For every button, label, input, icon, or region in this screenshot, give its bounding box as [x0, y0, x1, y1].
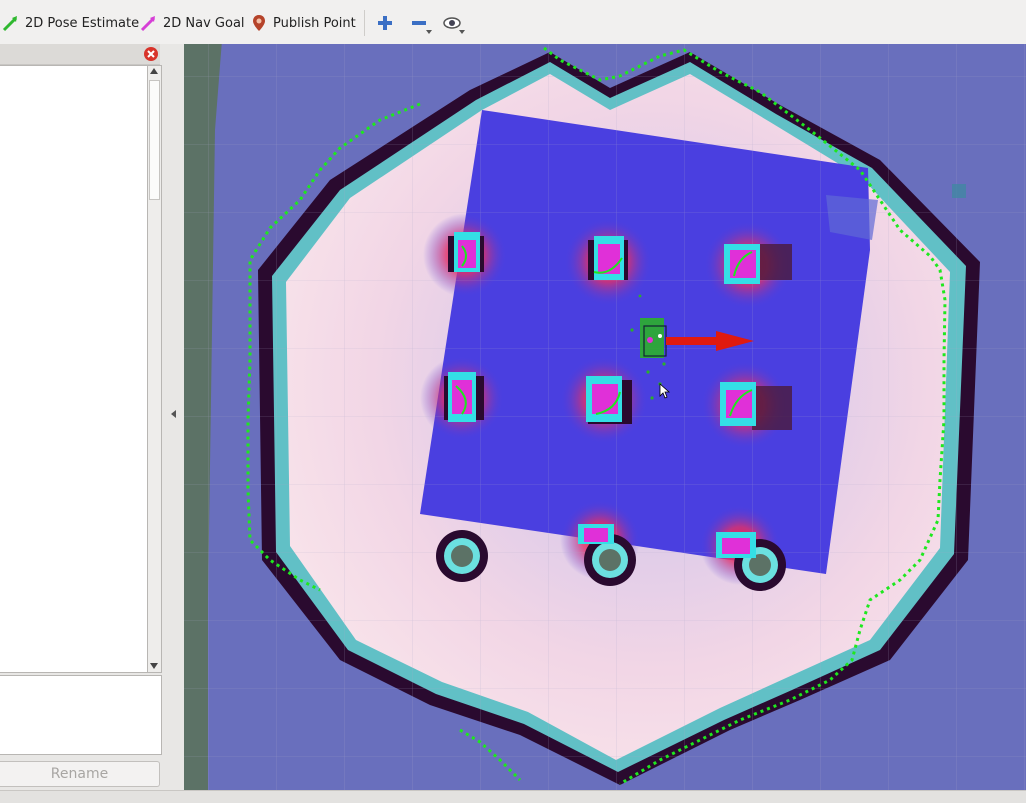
- pillar-obstacle: [436, 530, 488, 582]
- map-pin-icon: [253, 15, 265, 31]
- pillar-obstacle: [588, 236, 628, 280]
- map-viewport[interactable]: [184, 44, 1026, 790]
- pillar-obstacle: [444, 372, 484, 422]
- collapse-arrow-icon[interactable]: [171, 410, 176, 418]
- toolbar-separator: [364, 10, 365, 36]
- pillar-obstacle: [586, 376, 632, 424]
- status-bar: [0, 790, 1026, 803]
- scroll-thumb[interactable]: [149, 80, 160, 200]
- panel-splitter[interactable]: [163, 44, 184, 790]
- views-list[interactable]: [0, 65, 148, 673]
- description-box: [0, 675, 162, 755]
- close-icon[interactable]: [143, 46, 159, 62]
- map-canvas[interactable]: [184, 44, 1026, 790]
- tool-2d-nav-goal[interactable]: 2D Nav Goal: [140, 12, 245, 34]
- scroll-down-icon[interactable]: [150, 663, 158, 669]
- magenta-arrow-icon: [140, 16, 156, 32]
- toolbar: 2D Pose Estimate 2D Nav Goal Publish Poi…: [0, 0, 1026, 45]
- chevron-down-icon[interactable]: [426, 30, 432, 34]
- panel-header: [0, 44, 160, 65]
- scrollbar[interactable]: [147, 65, 162, 673]
- tool-label: Publish Point: [273, 15, 356, 31]
- pillar-obstacle: [448, 232, 484, 272]
- pillar-obstacle: [720, 382, 792, 430]
- pillar-obstacle: [724, 244, 792, 284]
- scroll-up-icon[interactable]: [150, 68, 158, 74]
- green-arrow-icon: [2, 16, 18, 32]
- tool-label: 2D Pose Estimate: [25, 15, 140, 31]
- costmap-speck: [952, 184, 966, 198]
- tool-2d-pose-estimate[interactable]: 2D Pose Estimate: [2, 12, 139, 34]
- left-panel: Rename: [0, 44, 163, 802]
- chevron-down-icon[interactable]: [459, 30, 465, 34]
- tool-label: 2D Nav Goal: [163, 15, 245, 31]
- tool-publish-point[interactable]: Publish Point: [250, 12, 356, 34]
- plus-icon[interactable]: [376, 14, 394, 32]
- rename-button[interactable]: Rename: [0, 761, 160, 787]
